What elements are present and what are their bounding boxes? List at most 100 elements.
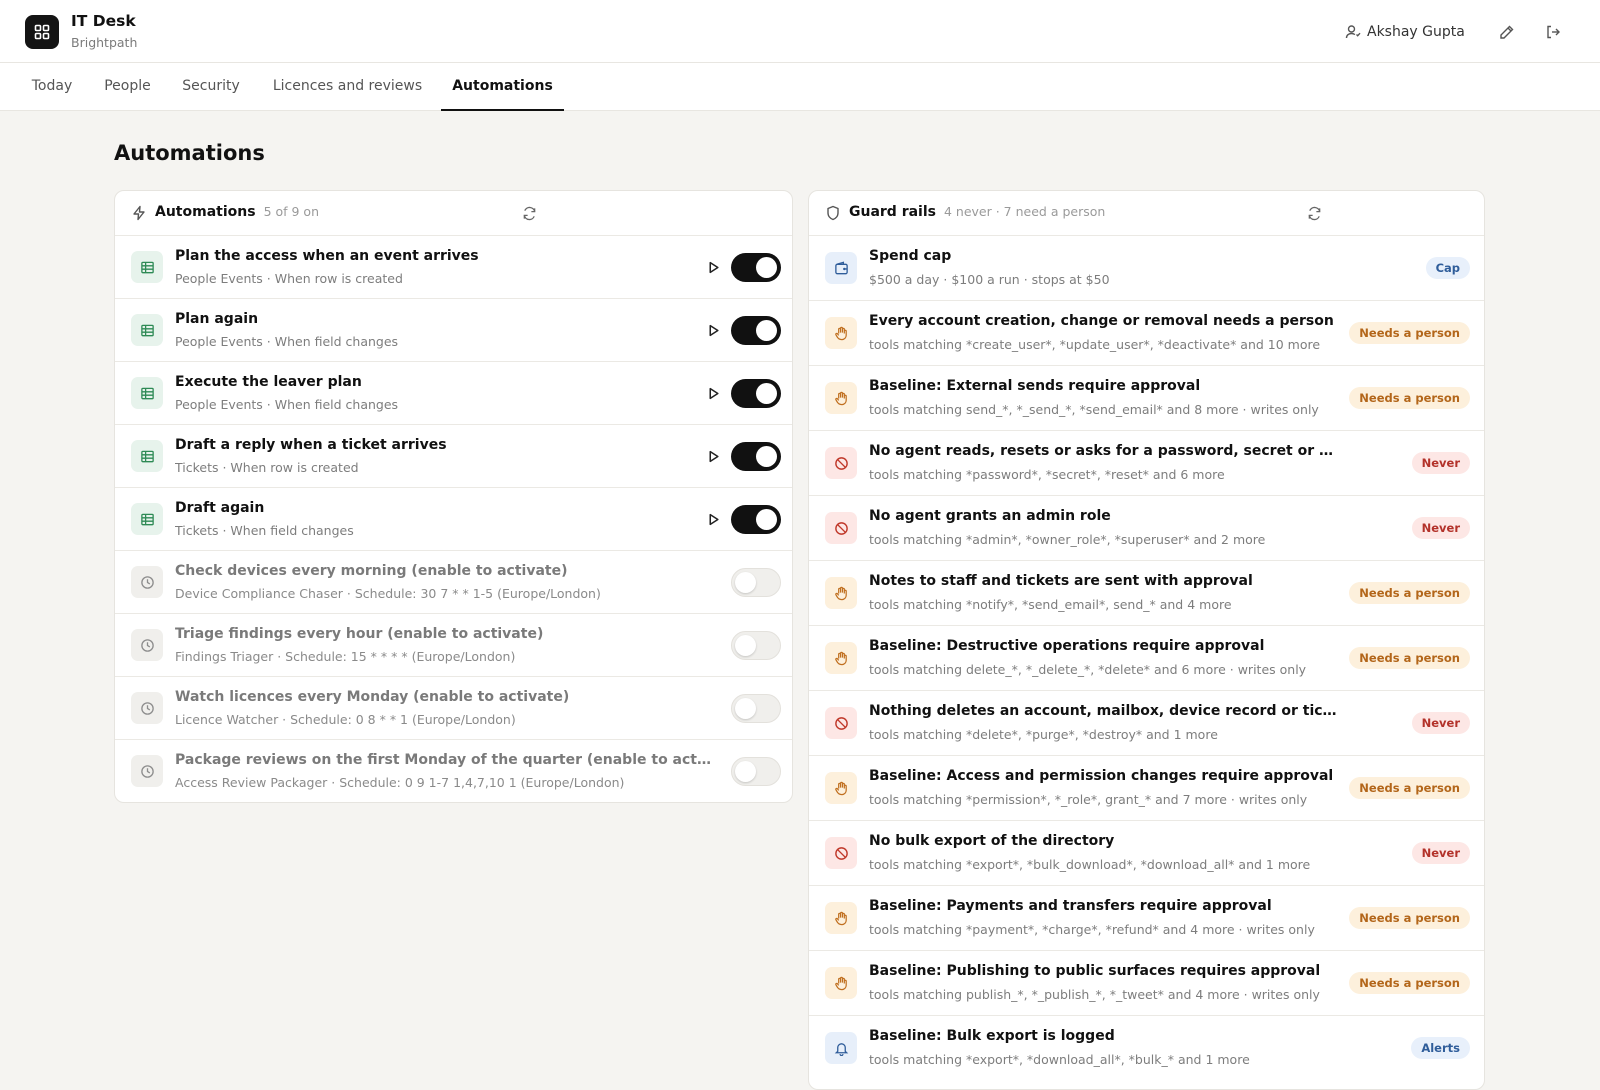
guard-rail-badge: Never (1411, 712, 1470, 734)
guard-rail-row[interactable]: Baseline: Bulk export is logged tools mat… (809, 1016, 1484, 1081)
wallet-icon (825, 252, 857, 284)
guard-rails-panel-header: Guard rails 4 never · 7 need a person (809, 191, 1484, 236)
toggle-knob (735, 572, 756, 593)
table-icon (131, 251, 163, 283)
guard-rail-title: Every account creation, change or remova… (869, 313, 1334, 329)
automation-toggle[interactable] (731, 631, 781, 660)
automation-title: Draft a reply when a ticket arrives (175, 437, 447, 453)
automation-subtitle: Access Review Packager · Schedule: 0 9 1… (175, 775, 625, 790)
user-menu[interactable]: Akshay Gupta (1345, 21, 1465, 43)
run-now-button[interactable] (704, 510, 722, 528)
automation-toggle[interactable] (731, 757, 781, 786)
automation-toggle[interactable] (731, 253, 781, 282)
guard-rail-title: Baseline: Access and permission changes … (869, 768, 1334, 784)
guard-rail-badge: Cap (1425, 257, 1470, 279)
edit-button[interactable] (1495, 20, 1519, 44)
automation-toggle[interactable] (731, 442, 781, 471)
tab-automations[interactable]: Automations (441, 63, 564, 111)
automation-row[interactable]: Triage findings every hour (enable to ac… (115, 614, 792, 677)
guard-rail-row[interactable]: No bulk export of the directory tools mat… (809, 821, 1484, 886)
guard-rail-badge: Needs a person (1349, 777, 1470, 799)
play-icon (708, 387, 719, 399)
automations-panel-title: Automations (155, 204, 256, 220)
automation-row[interactable]: Draft a reply when a ticket arrives Ticke… (115, 425, 792, 488)
guard-rail-row[interactable]: Baseline: Access and permission changes … (809, 756, 1484, 821)
guard-rail-row[interactable]: No agent grants an admin role tools match… (809, 496, 1484, 561)
guard-rail-badge: Alerts (1411, 1037, 1470, 1059)
automation-toggle[interactable] (731, 379, 781, 408)
automation-toggle[interactable] (731, 694, 781, 723)
tab-people[interactable]: People (90, 63, 165, 111)
guard-rail-row[interactable]: Notes to staff and tickets are sent with… (809, 561, 1484, 626)
automation-row[interactable]: Plan again People Events · When field cha… (115, 299, 792, 362)
guard-rail-badge: Never (1411, 842, 1470, 864)
automation-subtitle: People Events · When field changes (175, 334, 399, 349)
guard-rail-row[interactable]: Baseline: Publishing to public surfaces … (809, 951, 1484, 1016)
guard-rail-row[interactable]: Every account creation, change or remova… (809, 301, 1484, 366)
automations-refresh-button[interactable] (520, 204, 538, 222)
tab-today[interactable]: Today (17, 63, 87, 111)
run-now-button[interactable] (704, 258, 722, 276)
guard-rail-row[interactable]: No agent reads, resets or asks for a pas… (809, 431, 1484, 496)
automation-toggle[interactable] (731, 568, 781, 597)
top-bar: IT Desk Brightpath Akshay Gupta (0, 0, 1600, 63)
guard-rail-subtitle: tools matching *password*, *secret*, *re… (869, 467, 1225, 482)
guard-rail-title: Baseline: Payments and transfers require… (869, 898, 1272, 914)
toggle-knob (756, 257, 777, 278)
automation-row[interactable]: Execute the leaver plan People Events · W… (115, 362, 792, 425)
guard-rails-panel: Guard rails 4 never · 7 need a person Spe… (808, 190, 1485, 1090)
toggle-knob (756, 509, 777, 530)
run-now-button[interactable] (704, 447, 722, 465)
automation-title: Watch licences every Monday (enable to a… (175, 689, 570, 705)
logout-button[interactable] (1541, 20, 1565, 44)
automation-row[interactable]: Watch licences every Monday (enable to a… (115, 677, 792, 740)
guard-rail-subtitle: tools matching *delete*, *purge*, *destr… (869, 727, 1218, 742)
guard-rail-title: Baseline: Bulk export is logged (869, 1028, 1115, 1044)
guard-rail-subtitle: tools matching *export*, *bulk_download*… (869, 857, 1311, 872)
run-now-button[interactable] (704, 321, 722, 339)
user-name: Akshay Gupta (1367, 24, 1465, 40)
automation-row[interactable]: Package reviews on the first Monday of t… (115, 740, 792, 802)
automation-toggle[interactable] (731, 316, 781, 345)
guard-rail-subtitle: tools matching delete_*, *_delete_*, *de… (869, 662, 1307, 677)
automation-row[interactable]: Draft again Tickets · When field changes (115, 488, 792, 551)
guard-rail-row[interactable]: Baseline: Destructive operations require… (809, 626, 1484, 691)
refresh-icon (523, 206, 535, 220)
guard-rails-refresh-button[interactable] (1305, 204, 1323, 222)
ban-icon (825, 837, 857, 869)
clock-icon (131, 629, 163, 661)
automation-row[interactable]: Check devices every morning (enable to a… (115, 551, 792, 614)
automation-subtitle: Tickets · When row is created (175, 460, 359, 475)
guard-rail-title: Baseline: Publishing to public surfaces … (869, 963, 1321, 979)
guard-rail-subtitle: tools matching send_*, *_send_*, *send_e… (869, 402, 1319, 417)
guard-rail-badge: Never (1411, 517, 1470, 539)
run-now-button[interactable] (704, 384, 722, 402)
guard-rail-badge: Needs a person (1349, 582, 1470, 604)
guard-rail-title: No bulk export of the directory (869, 833, 1115, 849)
app-title: IT Desk (71, 12, 136, 30)
guard-rail-row[interactable]: Spend cap $500 a day · $100 a run · stops… (809, 236, 1484, 301)
guard-rail-subtitle: tools matching *admin*, *owner_role*, *s… (869, 532, 1266, 547)
guard-rails-panel-title: Guard rails (849, 204, 936, 220)
guard-rail-row[interactable]: Baseline: External sends require approva… (809, 366, 1484, 431)
guard-rail-subtitle: tools matching *create_user*, *update_us… (869, 337, 1321, 352)
page-title: Automations (114, 141, 265, 165)
app-logo[interactable] (25, 15, 59, 49)
tab-security[interactable]: Security (168, 63, 254, 111)
guard-rail-row[interactable]: Nothing deletes an account, mailbox, dev… (809, 691, 1484, 756)
shield-icon (827, 205, 839, 221)
table-icon (131, 440, 163, 472)
toggle-knob (756, 383, 777, 404)
guard-rail-row[interactable]: Baseline: Payments and transfers require… (809, 886, 1484, 951)
guard-rail-subtitle: tools matching *export*, *download_all*,… (869, 1052, 1250, 1067)
guard-rail-subtitle: tools matching *payment*, *charge*, *ref… (869, 922, 1315, 937)
ban-icon (825, 707, 857, 739)
automation-toggle[interactable] (731, 505, 781, 534)
ban-icon (825, 447, 857, 479)
guard-rail-title: Baseline: External sends require approva… (869, 378, 1201, 394)
hand-icon (825, 577, 857, 609)
tab-licences-and-reviews[interactable]: Licences and reviews (257, 63, 438, 111)
automation-title: Execute the leaver plan (175, 374, 362, 390)
hand-icon (825, 642, 857, 674)
automation-row[interactable]: Plan the access when an event arrives Peo… (115, 236, 792, 299)
